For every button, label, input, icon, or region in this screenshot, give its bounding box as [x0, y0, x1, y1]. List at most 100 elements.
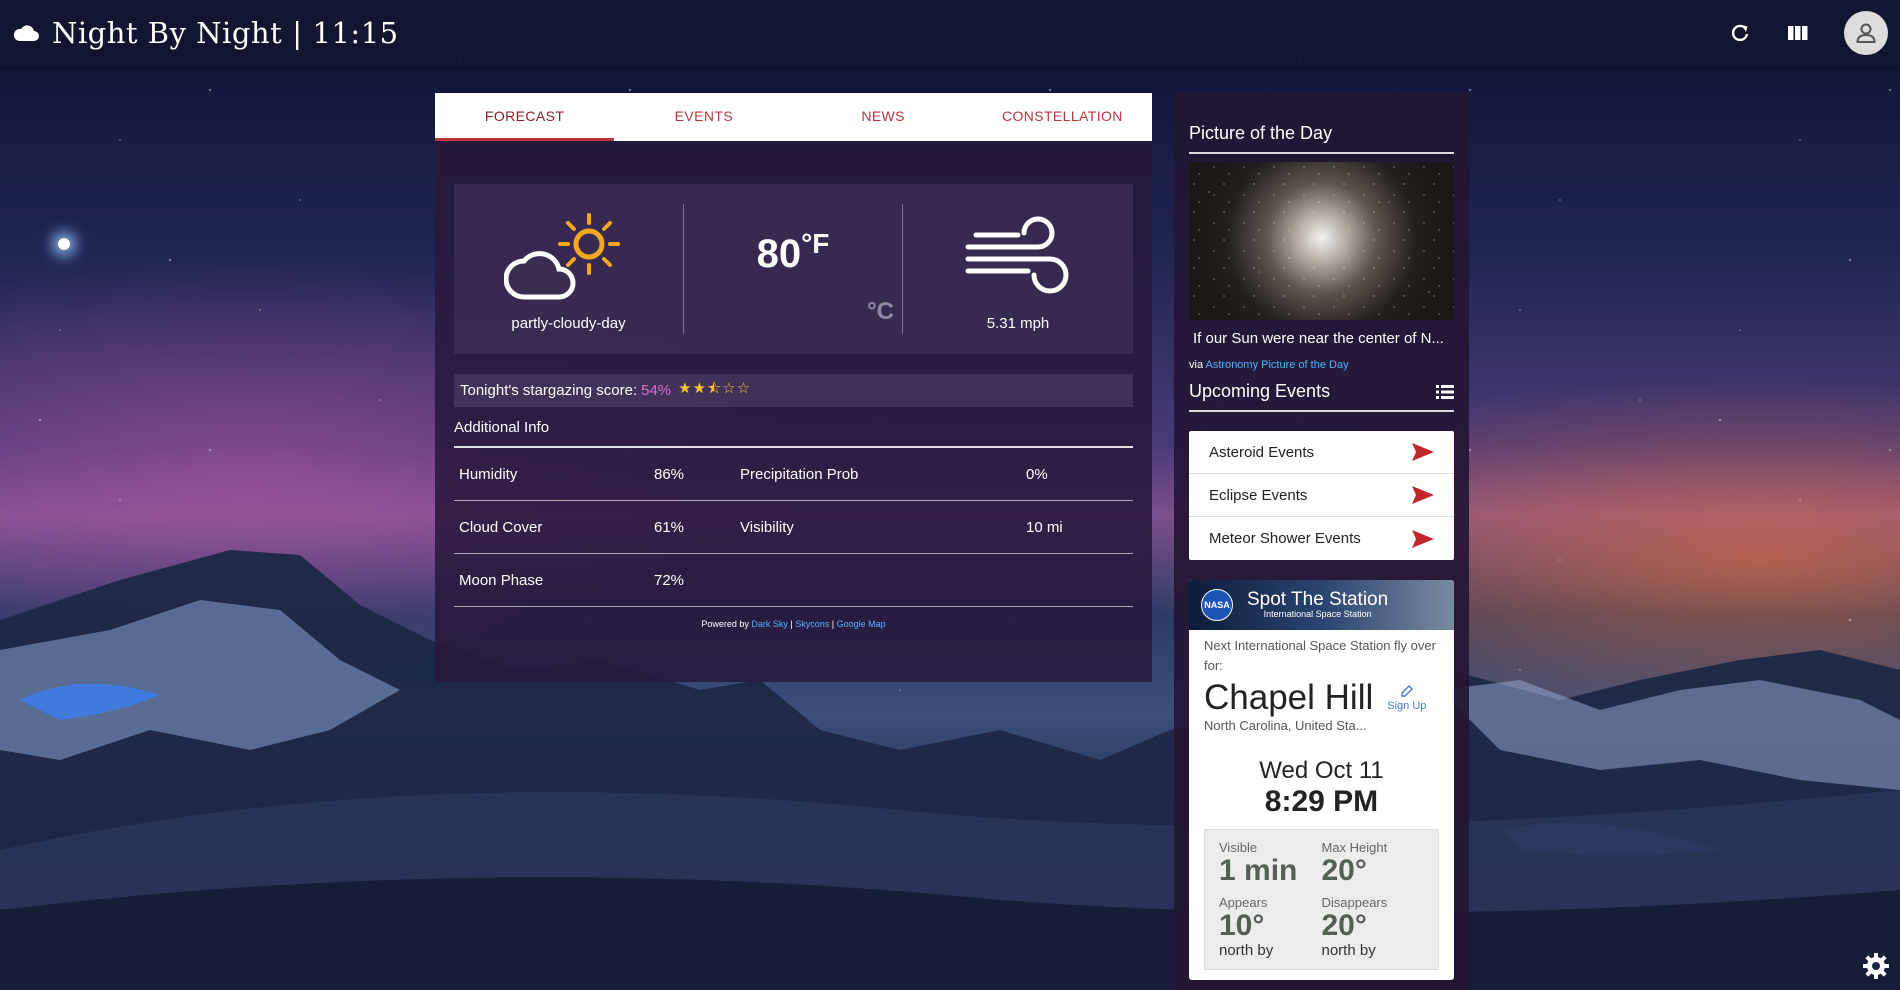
- send-arrow-icon: [1412, 486, 1434, 504]
- person-icon: [1856, 23, 1876, 43]
- top-app-bar: Night By Night | 11:15: [0, 0, 1900, 66]
- appears-label: Appears: [1219, 895, 1268, 910]
- events-title: Upcoming Events: [1189, 381, 1331, 401]
- disappears-label: Disappears: [1321, 895, 1388, 910]
- info-value: 72%: [654, 571, 685, 589]
- upcoming-events-heading: Upcoming Events: [1189, 371, 1454, 412]
- apod-source: via Astronomy Picture of the Day: [1189, 359, 1454, 371]
- tab-bar: FORECAST EVENTS NEWS CONSTELLATION: [435, 93, 1152, 141]
- tab-news[interactable]: NEWS: [794, 93, 973, 141]
- tab-constellation[interactable]: CONSTELLATION: [973, 93, 1152, 141]
- appears-value: 10°: [1219, 909, 1265, 942]
- info-value: 61%: [654, 518, 685, 536]
- info-key: Cloud Cover: [459, 518, 543, 536]
- info-value: 0%: [1026, 465, 1048, 483]
- condition-label: partly-cloudy-day: [511, 314, 626, 332]
- info-row: Moon Phase 72%: [454, 554, 1133, 607]
- event-item-eclipse[interactable]: Eclipse Events: [1189, 474, 1454, 517]
- app-name: Night By Night: [52, 16, 283, 50]
- account-avatar-button[interactable]: [1844, 11, 1888, 55]
- event-label: Meteor Shower Events: [1209, 530, 1361, 547]
- bright-star: [58, 238, 70, 250]
- nasa-logo: NASA: [1201, 589, 1233, 621]
- columns-view-button[interactable]: [1786, 21, 1810, 45]
- signup-label: Sign Up: [1387, 700, 1427, 712]
- cloud-icon: [13, 25, 39, 41]
- stargazing-score-label: Tonight's stargazing score:: [460, 382, 638, 399]
- wind-icon: [965, 216, 1069, 293]
- info-value: 10 mi: [1026, 518, 1063, 536]
- appears-direction: north by: [1219, 942, 1274, 959]
- app-title: Night By Night | 11:15: [52, 16, 399, 50]
- temperature-number: 80: [756, 231, 802, 276]
- clock-time: 11:15: [312, 16, 399, 50]
- info-row: Cloud Cover 61% Visibility 10 mi: [454, 501, 1133, 554]
- info-key: Moon Phase: [459, 571, 544, 589]
- partly-cloudy-day-icon: [503, 212, 620, 299]
- info-key: Humidity: [459, 465, 518, 483]
- view-column-icon: [1788, 26, 1808, 40]
- condition-column: partly-cloudy-day: [454, 184, 683, 354]
- apod-source-link[interactable]: Astronomy Picture of the Day: [1206, 359, 1349, 371]
- stargazing-score-value: 54%: [641, 382, 672, 399]
- max-height-label: Max Height: [1321, 840, 1388, 855]
- visible-label: Visible: [1219, 840, 1258, 855]
- wind-column: 5.31 mph: [903, 184, 1133, 354]
- signup-link[interactable]: Sign Up: [1387, 685, 1426, 718]
- stargazing-score-bar: Tonight's stargazing score: 54% ★★⯪☆☆: [454, 374, 1133, 407]
- temperature-value: 80°F: [756, 228, 830, 277]
- spot-title-text: Spot The Station: [1247, 589, 1389, 610]
- event-label: Eclipse Events: [1209, 486, 1308, 504]
- forecast-card: FORECAST EVENTS NEWS CONSTELLATION partl…: [435, 93, 1152, 682]
- apod-title: Picture of the Day: [1189, 123, 1333, 143]
- disappears-direction: north by: [1321, 942, 1376, 959]
- refresh-icon: [1731, 24, 1749, 42]
- edit-icon: [1401, 685, 1413, 697]
- skycons-link[interactable]: Skycons: [795, 619, 829, 629]
- temperature-unit-c-toggle[interactable]: °C: [867, 298, 894, 326]
- event-list: Asteroid Events Eclipse Events Meteor Sh…: [1189, 431, 1454, 560]
- current-weather-panel: partly-cloudy-day 80°F °C 5.31 mph: [454, 184, 1133, 354]
- title-separator: |: [292, 16, 303, 50]
- spot-the-station-widget: NASA Spot The Station International Spac…: [1189, 580, 1454, 980]
- next-flyover-text: Next International Space Station fly ove…: [1204, 638, 1436, 673]
- temperature-unit-f[interactable]: °F: [801, 228, 829, 259]
- pass-details: Visible 1 min Max Height 20° Appears 10°…: [1204, 829, 1439, 970]
- settings-gear-icon[interactable]: [1862, 952, 1890, 980]
- event-item-asteroid[interactable]: Asteroid Events: [1189, 431, 1454, 474]
- apod-caption[interactable]: If our Sun were near the center of N...: [1189, 330, 1454, 347]
- dark-sky-link[interactable]: Dark Sky: [751, 619, 788, 629]
- side-panel: Picture of the Day If our Sun were near …: [1174, 93, 1469, 990]
- event-item-meteor-shower[interactable]: Meteor Shower Events: [1189, 517, 1454, 560]
- info-key: Visibility: [740, 518, 794, 536]
- max-height-value: 20°: [1321, 854, 1367, 887]
- disappears-value: 20°: [1321, 909, 1367, 942]
- info-value: 86%: [654, 465, 685, 483]
- spot-the-station-banner: NASA Spot The Station International Spac…: [1189, 580, 1454, 630]
- info-row: Humidity 86% Precipitation Prob 0%: [454, 448, 1133, 501]
- info-key: Precipitation Prob: [740, 465, 859, 483]
- powered-by-credits: Powered by Dark Sky | Skycons | Google M…: [701, 619, 886, 629]
- picture-of-the-day-heading: Picture of the Day: [1189, 93, 1454, 154]
- via-label: via: [1189, 359, 1204, 371]
- tab-events[interactable]: EVENTS: [614, 93, 793, 141]
- list-icon[interactable]: [1436, 384, 1454, 399]
- wind-speed: 5.31 mph: [986, 314, 1050, 332]
- spot-subtitle-text: International Space Station: [1263, 609, 1372, 619]
- tab-forecast[interactable]: FORECAST: [435, 93, 615, 141]
- star-rating-icon: ★★⯪☆☆: [678, 380, 752, 397]
- event-label: Asteroid Events: [1209, 443, 1315, 461]
- powered-by-label: Powered by: [701, 619, 749, 629]
- flyover-region: North Carolina, United Sta...: [1204, 718, 1367, 733]
- temperature-column: 80°F °C: [683, 204, 903, 334]
- send-arrow-icon: [1412, 529, 1434, 548]
- apod-image[interactable]: [1189, 162, 1454, 320]
- pass-time: 8:29 PM: [1264, 785, 1379, 818]
- send-arrow-icon: [1412, 443, 1434, 461]
- visible-value: 1 min: [1219, 854, 1298, 887]
- refresh-button[interactable]: [1728, 21, 1752, 45]
- google-map-link[interactable]: Google Map: [837, 619, 886, 629]
- flyover-city: Chapel Hill: [1204, 678, 1374, 717]
- additional-info-heading: Additional Info: [454, 419, 1133, 448]
- pass-date: Wed Oct 11: [1259, 757, 1384, 784]
